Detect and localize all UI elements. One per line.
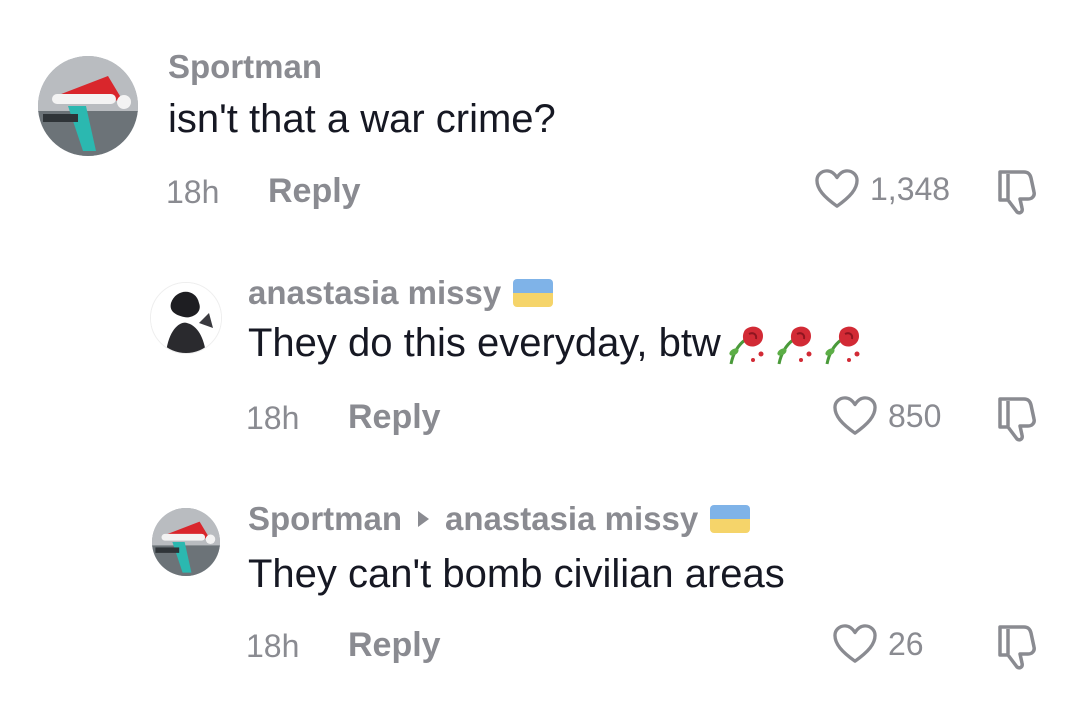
- comment-2: anastasia missy They do this everyday, b…: [0, 240, 1080, 480]
- comment-text: isn't that a war crime?: [168, 97, 556, 142]
- reply-to-username[interactable]: anastasia missy: [445, 500, 698, 538]
- username[interactable]: Sportman anastasia missy: [248, 500, 751, 538]
- like-button[interactable]: 850: [832, 395, 941, 437]
- heart-icon: [833, 624, 877, 663]
- heart-icon: [815, 169, 859, 208]
- comment-3: Sportman anastasia missy They can't bomb…: [0, 480, 1080, 713]
- like-count: 1,348: [870, 170, 951, 207]
- comment-text: They can't bomb civilian areas: [248, 552, 785, 597]
- wilted-rose-emoji: [777, 326, 812, 365]
- reply-arrow-icon: [418, 511, 430, 527]
- wilted-rose-emoji: [825, 326, 860, 365]
- username[interactable]: Sportman: [168, 48, 322, 86]
- like-button[interactable]: 1,348: [814, 168, 950, 210]
- comment-text-label: isn't that a war crime?: [168, 97, 556, 141]
- santa-hat-avatar-icon: [38, 56, 138, 156]
- santa-hat-avatar-icon: [152, 508, 220, 576]
- avatar[interactable]: [150, 282, 222, 354]
- avatar[interactable]: [38, 56, 138, 156]
- comment-text-label: They do this everyday, btw: [248, 320, 721, 365]
- timestamp: 18h: [246, 628, 300, 664]
- reply-button[interactable]: Reply: [268, 172, 361, 211]
- ukraine-flag-icon: [513, 279, 554, 307]
- timestamp: 18h: [246, 400, 300, 436]
- username[interactable]: anastasia missy: [248, 274, 554, 312]
- wilted-rose-emoji: [729, 326, 764, 365]
- timestamp: 18h: [166, 174, 220, 210]
- reply-button[interactable]: Reply: [348, 626, 441, 665]
- comment-1: Sportman isn't that a war crime? 18h Rep…: [0, 0, 1080, 240]
- dislike-icon: [998, 397, 1036, 442]
- comment-text-label: They can't bomb civilian areas: [248, 552, 785, 596]
- heart-icon: [833, 396, 877, 435]
- like-button[interactable]: 26: [832, 623, 924, 665]
- avatar[interactable]: [152, 508, 220, 576]
- comment-text: They do this everyday, btw: [248, 320, 865, 366]
- dislike-icon: [998, 170, 1036, 215]
- dislike-button[interactable]: [992, 621, 1044, 673]
- dislike-icon: [998, 625, 1036, 670]
- username-label[interactable]: Sportman: [168, 48, 322, 86]
- username-label[interactable]: Sportman: [248, 500, 402, 538]
- dislike-button[interactable]: [992, 393, 1044, 445]
- dislike-button[interactable]: [992, 166, 1044, 218]
- ukraine-flag-icon: [710, 505, 751, 533]
- username-label[interactable]: anastasia missy: [248, 274, 501, 312]
- dark-figure-avatar-icon: [151, 283, 221, 353]
- wilted-rose-emojis: [723, 320, 865, 366]
- reply-button[interactable]: Reply: [348, 398, 441, 437]
- like-count: 26: [888, 625, 924, 662]
- like-count: 850: [888, 397, 942, 434]
